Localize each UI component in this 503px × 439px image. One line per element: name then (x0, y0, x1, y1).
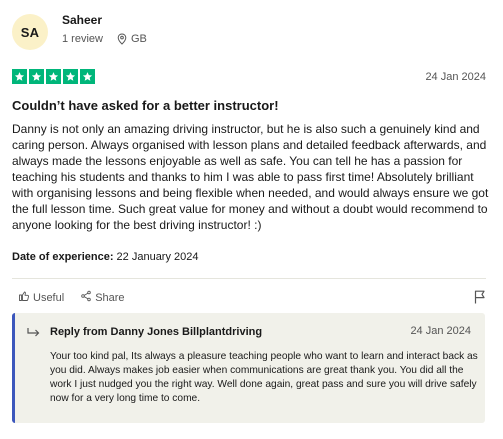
location-pin-icon (117, 33, 127, 45)
star-icon (29, 69, 44, 84)
avatar[interactable]: SA (12, 14, 48, 50)
reviewer-header: SA Saheer 1 review GB (12, 12, 147, 50)
reply-title: Reply from Danny Jones Billplantdriving (50, 326, 263, 338)
useful-label: Useful (33, 291, 65, 304)
review-title[interactable]: Couldn’t have asked for a better instruc… (12, 98, 279, 114)
reviewer-meta: 1 review GB (62, 32, 147, 46)
reply-arrow-icon (27, 326, 41, 344)
star-icon (12, 69, 27, 84)
star-icon (46, 69, 61, 84)
experience-label: Date of experience: (12, 251, 114, 263)
review-date: 24 Jan 2024 (425, 71, 486, 83)
review-count: 1 review (62, 33, 103, 45)
date-of-experience: Date of experience: 22 January 2024 (12, 250, 199, 264)
company-reply: Reply from Danny Jones Billplantdriving … (12, 313, 485, 423)
report-flag-icon[interactable] (474, 290, 486, 309)
reviewer-location: GB (130, 33, 147, 45)
star-icon (80, 69, 95, 84)
share-label: Share (95, 291, 125, 304)
review-actions: Useful Share (18, 290, 141, 305)
useful-button[interactable]: Useful (18, 290, 64, 305)
star-icon (63, 69, 78, 84)
share-button[interactable]: Share (80, 290, 125, 305)
reviewer-info: Saheer 1 review GB (62, 12, 147, 46)
reviewer-name[interactable]: Saheer (62, 12, 147, 28)
star-rating (12, 69, 95, 84)
thumbs-up-icon (18, 290, 30, 305)
reply-date: 24 Jan 2024 (410, 325, 471, 337)
review-body: Danny is not only an amazing driving ins… (12, 122, 489, 232)
experience-date: 22 January 2024 (116, 251, 199, 263)
share-icon (80, 290, 92, 305)
divider (12, 278, 486, 279)
reply-body: Your too kind pal, Its always a pleasure… (50, 351, 478, 404)
